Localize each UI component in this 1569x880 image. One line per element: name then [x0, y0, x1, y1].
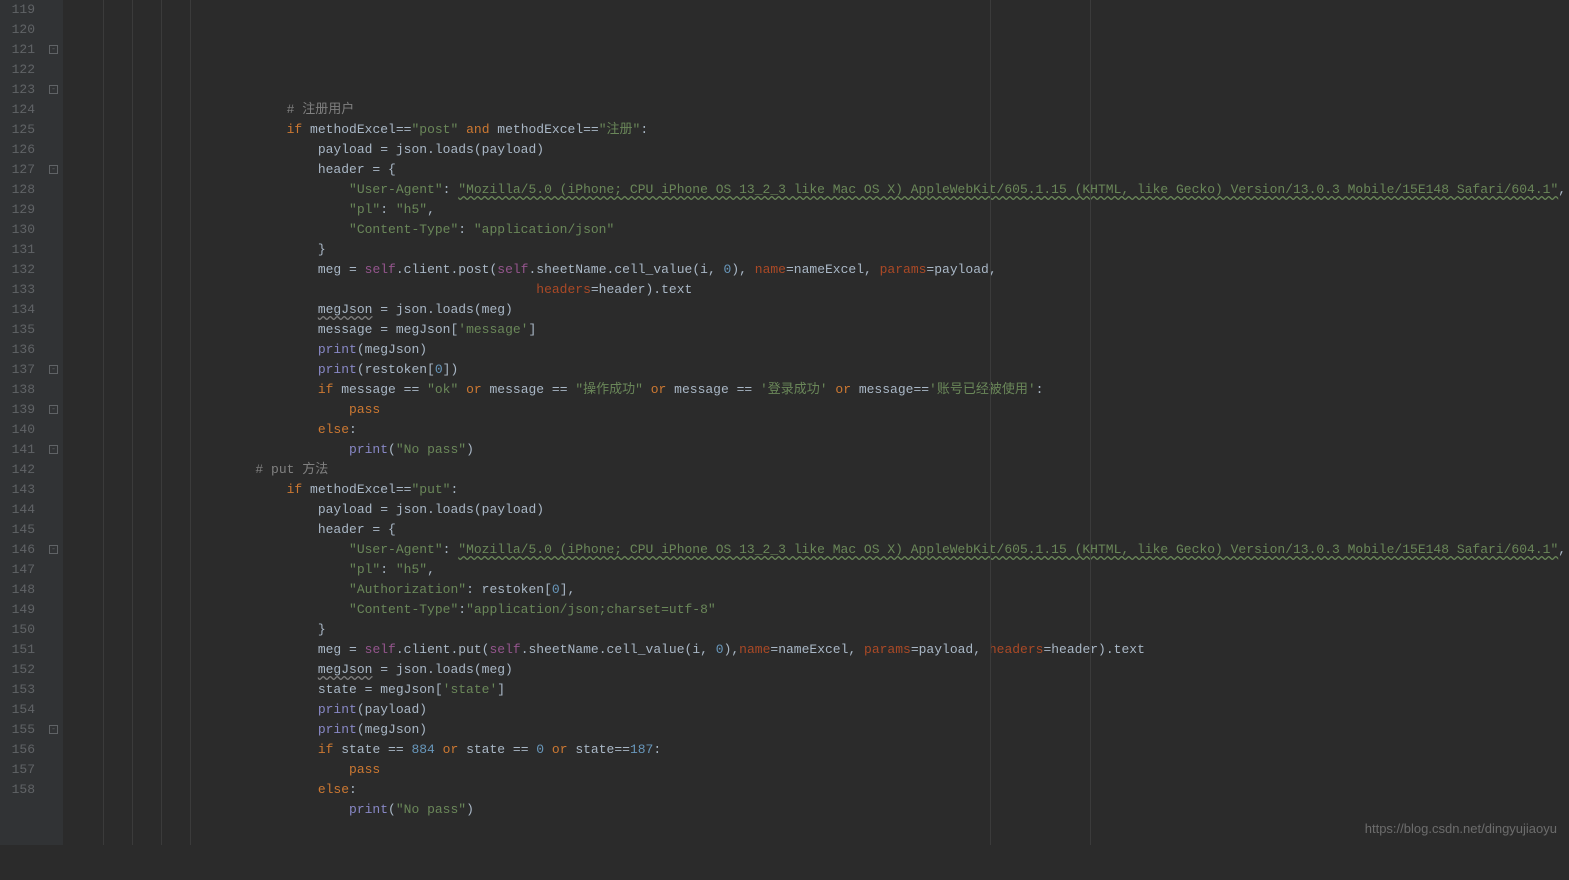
code-line[interactable]: print(restoken[0]) [193, 360, 1569, 380]
line-number: 137 [8, 360, 35, 380]
code-line[interactable]: megJson = json.loads(meg) [193, 300, 1569, 320]
code-line[interactable]: else: [193, 420, 1569, 440]
code-line[interactable]: if methodExcel=="put": [193, 480, 1569, 500]
line-number: 142 [8, 460, 35, 480]
fold-toggle-icon[interactable]: - [49, 45, 58, 54]
code-area[interactable]: # 注册用户 if methodExcel=="post" and method… [193, 0, 1569, 845]
line-number: 156 [8, 740, 35, 760]
fold-toggle-icon[interactable]: - [49, 365, 58, 374]
code-line[interactable]: if methodExcel=="post" and methodExcel==… [193, 120, 1569, 140]
line-number: 151 [8, 640, 35, 660]
line-number: 124 [8, 100, 35, 120]
code-line[interactable]: "pl": "h5", [193, 200, 1569, 220]
line-number: 149 [8, 600, 35, 620]
code-line[interactable]: # put 方法 [193, 460, 1569, 480]
code-line[interactable]: if state == 884 or state == 0 or state==… [193, 740, 1569, 760]
line-number: 135 [8, 320, 35, 340]
fold-toggle-icon[interactable]: - [49, 445, 58, 454]
line-number: 141 [8, 440, 35, 460]
line-number: 125 [8, 120, 35, 140]
line-number: 144 [8, 500, 35, 520]
code-line[interactable]: "Content-Type": "application/json" [193, 220, 1569, 240]
line-number: 146 [8, 540, 35, 560]
fold-toggle-icon[interactable]: - [49, 165, 58, 174]
line-number: 138 [8, 380, 35, 400]
fold-toggle-icon[interactable]: - [49, 405, 58, 414]
code-line[interactable]: header = { [193, 160, 1569, 180]
code-line[interactable]: pass [193, 400, 1569, 420]
line-number: 140 [8, 420, 35, 440]
line-number: 133 [8, 280, 35, 300]
line-number: 120 [8, 20, 35, 40]
line-number: 129 [8, 200, 35, 220]
watermark: https://blog.csdn.net/dingyujiaoyu [1365, 819, 1557, 839]
line-number: 134 [8, 300, 35, 320]
line-number: 147 [8, 560, 35, 580]
line-number: 128 [8, 180, 35, 200]
code-line[interactable]: megJson = json.loads(meg) [193, 660, 1569, 680]
line-number: 122 [8, 60, 35, 80]
code-editor[interactable]: 1191201211221231241251261271281291301311… [0, 0, 1569, 845]
code-line[interactable]: header = { [193, 520, 1569, 540]
line-number: 131 [8, 240, 35, 260]
code-line[interactable]: payload = json.loads(payload) [193, 500, 1569, 520]
line-number: 145 [8, 520, 35, 540]
line-number: 121 [8, 40, 35, 60]
code-line[interactable]: # 注册用户 [193, 100, 1569, 120]
fold-column[interactable]: - - - - - - - - [45, 0, 63, 845]
code-line[interactable]: "Authorization": restoken[0], [193, 580, 1569, 600]
line-number: 126 [8, 140, 35, 160]
code-line[interactable]: if message == "ok" or message == "操作成功" … [193, 380, 1569, 400]
code-line[interactable]: message = megJson['message'] [193, 320, 1569, 340]
fold-toggle-icon[interactable]: - [49, 85, 58, 94]
code-line[interactable]: else: [193, 780, 1569, 800]
code-line[interactable]: "Content-Type":"application/json;charset… [193, 600, 1569, 620]
line-number: 154 [8, 700, 35, 720]
line-number: 148 [8, 580, 35, 600]
code-line[interactable]: print(megJson) [193, 340, 1569, 360]
ruler-1 [990, 0, 991, 845]
line-number: 136 [8, 340, 35, 360]
indent-guides [63, 0, 193, 845]
line-number: 150 [8, 620, 35, 640]
code-line[interactable] [193, 820, 1569, 840]
code-line[interactable]: print("No pass") [193, 440, 1569, 460]
code-line[interactable]: "User-Agent": "Mozilla/5.0 (iPhone; CPU … [193, 180, 1569, 200]
code-line[interactable]: "User-Agent": "Mozilla/5.0 (iPhone; CPU … [193, 540, 1569, 560]
line-number: 155 [8, 720, 35, 740]
line-number: 123 [8, 80, 35, 100]
fold-toggle-icon[interactable]: - [49, 725, 58, 734]
code-line[interactable] [193, 860, 1569, 880]
line-number: 153 [8, 680, 35, 700]
ruler-2 [1090, 0, 1091, 845]
code-line[interactable]: print(payload) [193, 700, 1569, 720]
code-line[interactable]: meg = self.client.put(self.sheetName.cel… [193, 640, 1569, 660]
line-number: 158 [8, 780, 35, 800]
fold-toggle-icon[interactable]: - [49, 545, 58, 554]
code-line[interactable] [193, 80, 1569, 100]
line-number: 119 [8, 0, 35, 20]
line-number: 130 [8, 220, 35, 240]
code-line[interactable] [193, 840, 1569, 860]
code-line[interactable]: meg = self.client.post(self.sheetName.ce… [193, 260, 1569, 280]
line-number: 143 [8, 480, 35, 500]
line-number: 157 [8, 760, 35, 780]
line-number-gutter: 1191201211221231241251261271281291301311… [0, 0, 45, 845]
code-line[interactable]: state = megJson['state'] [193, 680, 1569, 700]
code-line[interactable]: pass [193, 760, 1569, 780]
code-line[interactable]: payload = json.loads(payload) [193, 140, 1569, 160]
code-line[interactable]: headers=header).text [193, 280, 1569, 300]
line-number: 132 [8, 260, 35, 280]
line-number: 139 [8, 400, 35, 420]
code-line[interactable]: print("No pass") [193, 800, 1569, 820]
line-number: 152 [8, 660, 35, 680]
code-line[interactable]: "pl": "h5", [193, 560, 1569, 580]
code-line[interactable]: } [193, 240, 1569, 260]
line-number: 127 [8, 160, 35, 180]
code-line[interactable]: } [193, 620, 1569, 640]
code-line[interactable]: print(megJson) [193, 720, 1569, 740]
